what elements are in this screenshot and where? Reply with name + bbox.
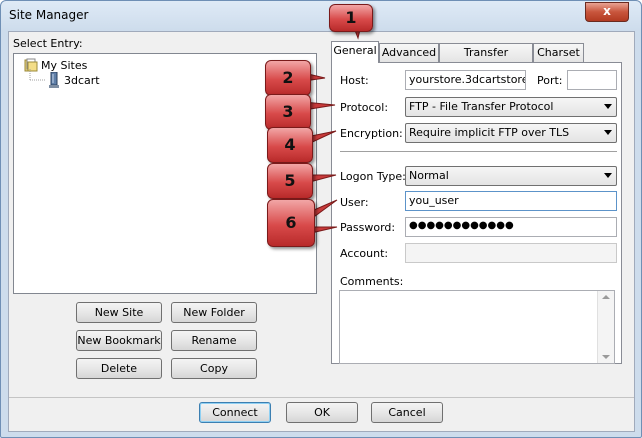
callout-4: 4: [267, 127, 313, 163]
comments-scrollbar[interactable]: [597, 291, 614, 363]
chevron-down-icon: [604, 130, 612, 135]
password-input[interactable]: ●●●●●●●●●●●●: [405, 217, 617, 237]
protocol-value: FTP - File Transfer Protocol: [409, 100, 554, 113]
tab-advanced[interactable]: Advanced: [379, 43, 439, 62]
tree-item-label: 3dcart: [64, 74, 100, 87]
chevron-down-icon: [604, 104, 612, 109]
tab-general[interactable]: General: [331, 41, 379, 63]
logon-type-select[interactable]: Normal: [405, 166, 617, 186]
divider: [340, 151, 617, 153]
callout-1: 1: [329, 4, 373, 32]
rename-button[interactable]: Rename: [171, 330, 257, 351]
footer-divider: [9, 397, 634, 398]
protocol-select[interactable]: FTP - File Transfer Protocol: [405, 97, 617, 117]
callout-5: 5: [267, 163, 313, 199]
new-bookmark-button[interactable]: New Bookmark: [76, 330, 162, 351]
cancel-button[interactable]: Cancel: [371, 402, 443, 423]
delete-button[interactable]: Delete: [76, 358, 162, 379]
scroll-up-icon[interactable]: [602, 295, 610, 299]
dialog-body: Select Entry: My Sites 3dcart New Site N…: [8, 31, 635, 432]
new-site-button[interactable]: New Site: [76, 302, 162, 323]
account-input: [405, 243, 617, 263]
protocol-label: Protocol:: [340, 101, 389, 114]
site-manager-window: Site Manager x Select Entry: My Sites 3d…: [0, 0, 642, 438]
new-folder-button[interactable]: New Folder: [171, 302, 257, 323]
callout-6: 6: [267, 199, 315, 247]
port-label: Port:: [537, 74, 563, 87]
ok-button[interactable]: OK: [286, 402, 358, 423]
user-input[interactable]: you_user: [405, 191, 617, 211]
chevron-down-icon: [604, 173, 612, 178]
callout-3: 3: [265, 94, 311, 130]
encryption-select[interactable]: Require implicit FTP over TLS: [405, 123, 617, 143]
copy-button[interactable]: Copy: [171, 358, 257, 379]
title-bar[interactable]: Site Manager x: [1, 1, 641, 29]
comments-textarea[interactable]: [339, 290, 615, 364]
tree-connector: [29, 69, 46, 81]
close-button[interactable]: x: [585, 2, 629, 22]
encryption-label: Encryption:: [340, 127, 403, 140]
logon-type-label: Logon Type:: [340, 170, 406, 183]
encryption-value: Require implicit FTP over TLS: [409, 126, 570, 139]
connect-button[interactable]: Connect: [199, 402, 271, 423]
host-input[interactable]: yourstore.3dcartstores.c: [405, 70, 526, 90]
select-entry-label: Select Entry:: [13, 37, 83, 50]
user-label: User:: [340, 196, 369, 209]
scroll-down-icon[interactable]: [602, 355, 610, 359]
port-input[interactable]: [567, 70, 617, 90]
tab-charset[interactable]: Charset: [533, 43, 584, 62]
tab-transfer-settings[interactable]: Transfer Settings: [439, 43, 533, 77]
logon-type-value: Normal: [409, 169, 449, 182]
callout-2: 2: [265, 60, 311, 96]
host-label: Host:: [340, 74, 369, 87]
window-title: Site Manager: [9, 8, 89, 22]
server-icon: [48, 71, 60, 91]
account-label: Account:: [340, 247, 389, 260]
password-label: Password:: [340, 221, 396, 234]
comments-label: Comments:: [340, 275, 404, 288]
